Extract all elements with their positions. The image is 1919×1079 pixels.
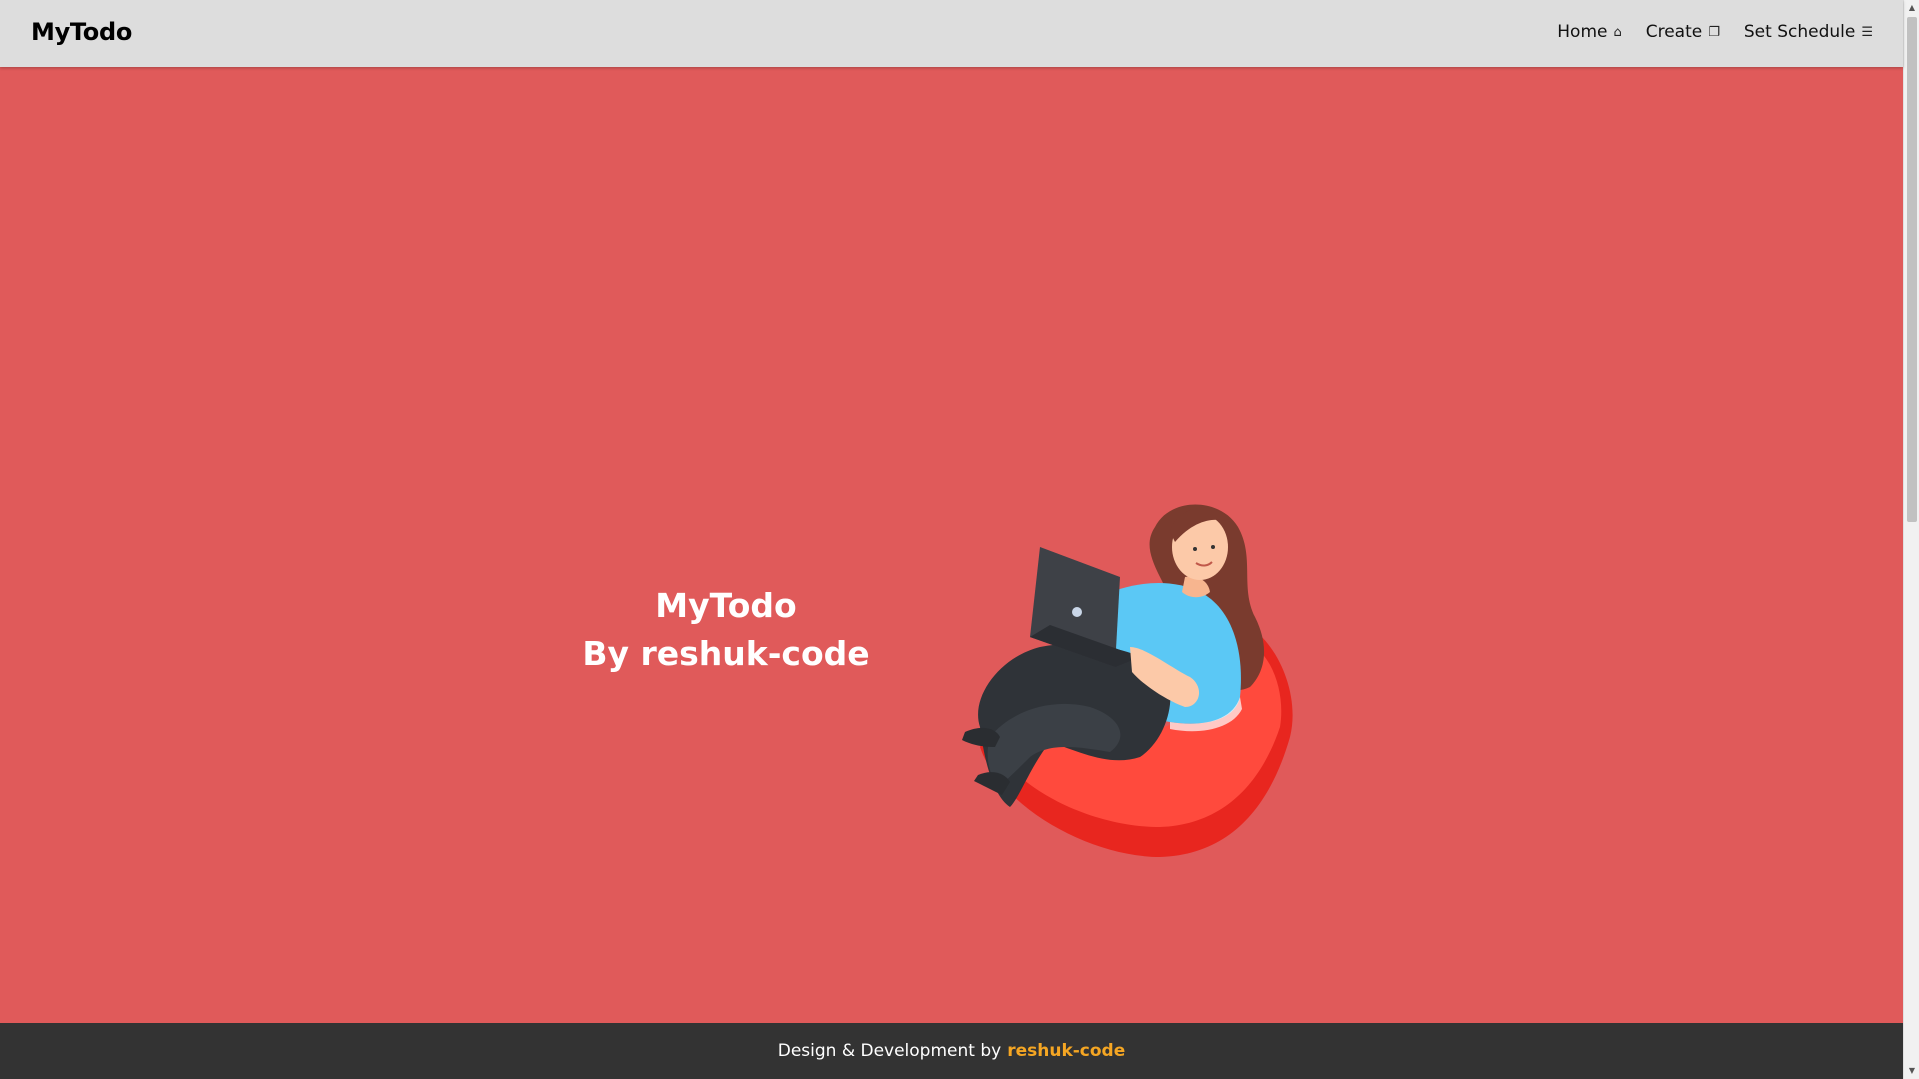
nav-create-label: Create (1645, 22, 1703, 42)
brand-logo[interactable]: MyTodo (31, 18, 132, 46)
list-icon: ☰ (1861, 24, 1873, 40)
nav-create-link[interactable]: Create ❐ (1646, 22, 1720, 42)
nav-schedule-link[interactable]: Set Schedule ☰ (1744, 22, 1873, 42)
navbar: MyTodo Home ⌂ Create ❐ Set Schedule ☰ (0, 0, 1903, 67)
scroll-up-arrow-icon[interactable]: ▲ (1904, 0, 1919, 16)
footer-author-link[interactable]: reshuk-code (1007, 1041, 1125, 1061)
woman-with-laptop-illustration (962, 504, 1293, 857)
footer: Design & Development by reshuk-code (0, 1023, 1903, 1079)
nav-links: Home ⌂ Create ❐ Set Schedule ☰ (1557, 22, 1873, 42)
vertical-scrollbar[interactable]: ▲ ▼ (1903, 0, 1919, 1079)
scroll-thumb[interactable] (1907, 17, 1917, 522)
hero-title: MyTodo By reshuk-code (560, 582, 892, 678)
nav-home-label: Home (1557, 22, 1608, 42)
footer-text: Design & Development by (777, 1041, 1002, 1061)
hero-title-line1: MyTodo (655, 586, 797, 625)
nav-schedule-label: Set Schedule (1743, 22, 1856, 42)
home-icon: ⌂ (1613, 24, 1622, 40)
create-icon: ❐ (1708, 24, 1720, 40)
scroll-down-arrow-icon[interactable]: ▼ (1904, 1063, 1919, 1079)
nav-home-link[interactable]: Home ⌂ (1557, 22, 1621, 42)
hero-section: MyTodo By reshuk-code (0, 67, 1903, 1023)
hero-title-line2: By reshuk-code (582, 634, 870, 673)
